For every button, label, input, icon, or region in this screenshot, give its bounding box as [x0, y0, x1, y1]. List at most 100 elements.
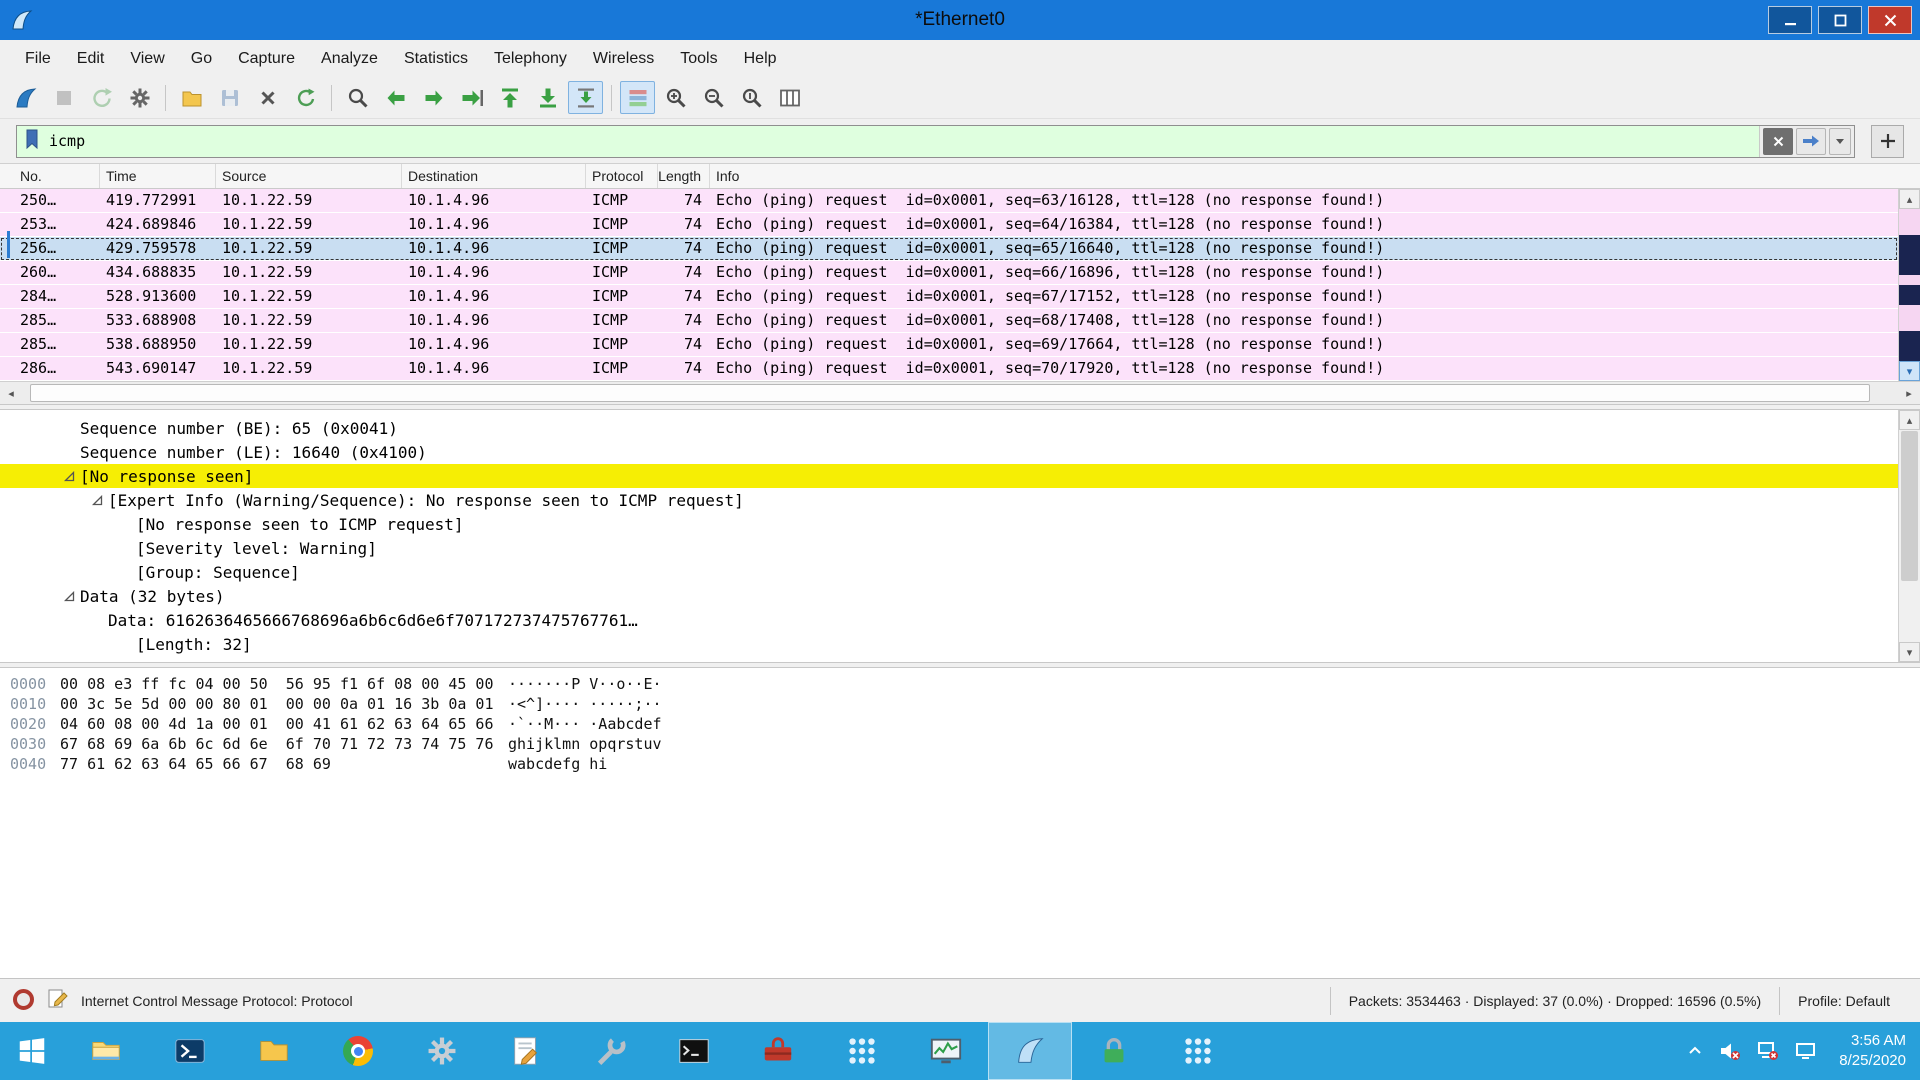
- filter-add-button[interactable]: [1871, 125, 1904, 158]
- scroll-minimap[interactable]: [1899, 209, 1920, 361]
- column-header-destination[interactable]: Destination: [402, 164, 586, 188]
- filter-clear-icon[interactable]: [1763, 128, 1793, 155]
- taskbar-folder-icon[interactable]: [232, 1022, 316, 1080]
- taskbar-file-explorer-icon[interactable]: [64, 1022, 148, 1080]
- column-header-source[interactable]: Source: [216, 164, 402, 188]
- packet-list-scrollbar[interactable]: ▴ ▾: [1898, 189, 1920, 381]
- detail-line[interactable]: [Length: 32]: [0, 632, 1898, 656]
- detail-line[interactable]: [Expert Info (Warning/Sequence): No resp…: [0, 488, 1898, 512]
- column-header-length[interactable]: Length: [658, 164, 710, 188]
- restart-capture-icon[interactable]: [84, 81, 119, 114]
- go-back-icon[interactable]: [378, 81, 413, 114]
- taskbar-terminal-icon[interactable]: [652, 1022, 736, 1080]
- zoom-reset-icon[interactable]: [734, 81, 769, 114]
- details-scroll-up-icon[interactable]: ▴: [1899, 410, 1920, 430]
- details-scroll-down-icon[interactable]: ▾: [1899, 642, 1920, 662]
- detail-line[interactable]: [No response seen to ICMP request]: [0, 512, 1898, 536]
- status-profile[interactable]: Profile: Default: [1779, 987, 1908, 1015]
- expander-icon[interactable]: [58, 591, 80, 602]
- reload-file-icon[interactable]: [288, 81, 323, 114]
- go-first-icon[interactable]: [492, 81, 527, 114]
- menu-wireless[interactable]: Wireless: [580, 43, 667, 75]
- capture-options-icon[interactable]: [122, 81, 157, 114]
- scroll-up-icon[interactable]: ▴: [1899, 189, 1920, 209]
- taskbar-powershell-icon[interactable]: [148, 1022, 232, 1080]
- capture-comment-button[interactable]: [47, 988, 69, 1013]
- taskbar-performance-monitor-icon[interactable]: [904, 1022, 988, 1080]
- open-file-icon[interactable]: [174, 81, 209, 114]
- start-capture-icon[interactable]: [8, 81, 43, 114]
- menu-telephony[interactable]: Telephony: [481, 43, 580, 75]
- menu-go[interactable]: Go: [178, 43, 225, 75]
- hex-row[interactable]: 000000 08 e3 ff fc 04 00 50 56 95 f1 6f …: [10, 674, 1920, 694]
- go-last-icon[interactable]: [530, 81, 565, 114]
- menu-capture[interactable]: Capture: [225, 43, 308, 75]
- taskbar-lock-icon[interactable]: [1072, 1022, 1156, 1080]
- detail-line[interactable]: Data (32 bytes): [0, 584, 1898, 608]
- hex-row[interactable]: 004077 61 62 63 64 65 66 67 68 69wabcdef…: [10, 754, 1920, 774]
- packet-row[interactable]: 250…419.77299110.1.22.5910.1.4.96ICMP74E…: [0, 189, 1898, 213]
- menu-view[interactable]: View: [117, 43, 177, 75]
- taskbar-chrome-icon[interactable]: [316, 1022, 400, 1080]
- go-to-packet-icon[interactable]: [454, 81, 489, 114]
- menu-tools[interactable]: Tools: [667, 43, 730, 75]
- colorize-icon[interactable]: [620, 81, 655, 114]
- hex-row[interactable]: 003067 68 69 6a 6b 6c 6d 6e 6f 70 71 72 …: [10, 734, 1920, 754]
- taskbar-notepad-pen-icon[interactable]: [484, 1022, 568, 1080]
- packet-row[interactable]: 260…434.68883510.1.22.5910.1.4.96ICMP74E…: [0, 261, 1898, 285]
- filter-text[interactable]: icmp: [41, 132, 1759, 150]
- filter-dropdown-icon[interactable]: [1829, 128, 1851, 155]
- minimize-button[interactable]: [1768, 6, 1812, 34]
- taskbar-gear-tool-icon[interactable]: [400, 1022, 484, 1080]
- column-header-no[interactable]: No.: [0, 164, 100, 188]
- column-header-info[interactable]: Info: [710, 164, 1920, 188]
- close-button[interactable]: [1868, 6, 1912, 34]
- menu-file[interactable]: File: [12, 43, 64, 75]
- hscroll-thumb[interactable]: [30, 384, 1870, 402]
- packet-row[interactable]: 256…429.75957810.1.22.5910.1.4.96ICMP74E…: [0, 237, 1898, 261]
- find-packet-icon[interactable]: [340, 81, 375, 114]
- packet-row[interactable]: 286…543.69014710.1.22.5910.1.4.96ICMP74E…: [0, 357, 1898, 381]
- menu-edit[interactable]: Edit: [64, 43, 118, 75]
- go-forward-icon[interactable]: [416, 81, 451, 114]
- column-header-protocol[interactable]: Protocol: [586, 164, 658, 188]
- hex-row[interactable]: 002004 60 08 00 4d 1a 00 01 00 41 61 62 …: [10, 714, 1920, 734]
- taskbar-app-grid-2-icon[interactable]: [1156, 1022, 1240, 1080]
- filter-input[interactable]: icmp: [16, 125, 1855, 158]
- scroll-right-icon[interactable]: ▸: [1898, 382, 1920, 404]
- scroll-left-icon[interactable]: ◂: [0, 382, 22, 404]
- packet-list-hscrollbar[interactable]: ◂ ▸: [0, 381, 1920, 404]
- details-scroll-thumb[interactable]: [1901, 431, 1918, 581]
- hex-row[interactable]: 001000 3c 5e 5d 00 00 80 01 00 00 0a 01 …: [10, 694, 1920, 714]
- detail-line[interactable]: Sequence number (BE): 65 (0x0041): [0, 416, 1898, 440]
- filter-apply-icon[interactable]: [1796, 128, 1826, 155]
- menu-statistics[interactable]: Statistics: [391, 43, 481, 75]
- expander-icon[interactable]: [58, 471, 80, 482]
- detail-line[interactable]: [No response seen]: [0, 464, 1898, 488]
- detail-line[interactable]: [Group: Sequence]: [0, 560, 1898, 584]
- zoom-in-icon[interactable]: [658, 81, 693, 114]
- bookmark-icon[interactable]: [23, 128, 41, 155]
- taskbar-wireshark-icon[interactable]: [988, 1022, 1072, 1080]
- resize-columns-icon[interactable]: [772, 81, 807, 114]
- packet-row[interactable]: 253…424.68984610.1.22.5910.1.4.96ICMP74E…: [0, 213, 1898, 237]
- display-icon[interactable]: [1795, 1040, 1817, 1062]
- auto-scroll-icon[interactable]: [568, 81, 603, 114]
- volume-muted-icon[interactable]: [1719, 1040, 1741, 1062]
- detail-line[interactable]: Sequence number (LE): 16640 (0x4100): [0, 440, 1898, 464]
- column-header-time[interactable]: Time: [100, 164, 216, 188]
- save-file-icon[interactable]: [212, 81, 247, 114]
- packet-row[interactable]: 285…538.68895010.1.22.5910.1.4.96ICMP74E…: [0, 333, 1898, 357]
- taskbar-app-grid-icon[interactable]: [820, 1022, 904, 1080]
- taskbar-wrench-tool-icon[interactable]: [568, 1022, 652, 1080]
- detail-line[interactable]: Data: 6162636465666768696a6b6c6d6e6f7071…: [0, 608, 1898, 632]
- taskbar-clock[interactable]: 3:56 AM 8/25/2020: [1833, 1031, 1906, 1072]
- maximize-button[interactable]: [1818, 6, 1862, 34]
- packet-row[interactable]: 284…528.91360010.1.22.5910.1.4.96ICMP74E…: [0, 285, 1898, 309]
- taskbar-toolbox-icon[interactable]: [736, 1022, 820, 1080]
- start-button[interactable]: [0, 1022, 64, 1080]
- expander-icon[interactable]: [86, 495, 108, 506]
- packet-row[interactable]: 285…533.68890810.1.22.5910.1.4.96ICMP74E…: [0, 309, 1898, 333]
- zoom-out-icon[interactable]: [696, 81, 731, 114]
- detail-line[interactable]: [Severity level: Warning]: [0, 536, 1898, 560]
